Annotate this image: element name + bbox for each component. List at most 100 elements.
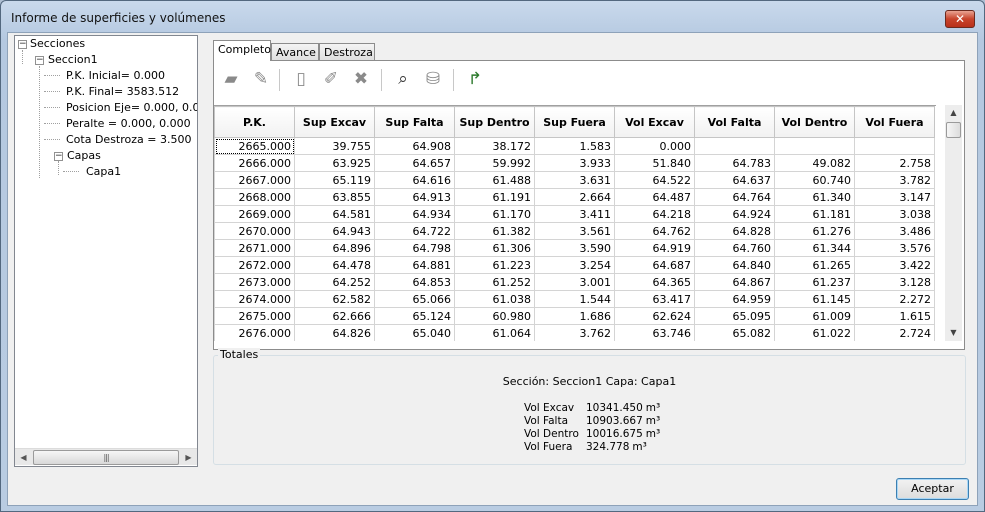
- table-cell[interactable]: 3.422: [854, 256, 935, 274]
- table-cell[interactable]: 64.764: [694, 188, 775, 206]
- table-cell[interactable]: 64.826: [294, 324, 375, 341]
- results-grid[interactable]: P.K. Sup Excav Sup Falta Sup Dentro Sup Fuer…: [214, 105, 936, 341]
- cell-pk[interactable]: 2673.000: [214, 273, 295, 291]
- tab-completo[interactable]: Completo: [213, 40, 271, 61]
- scroll-down-icon[interactable]: ▼: [945, 325, 962, 341]
- table-cell[interactable]: 64.934: [374, 205, 455, 223]
- column-header[interactable]: Sup Fuera: [534, 106, 615, 138]
- close-button[interactable]: ✕: [945, 10, 975, 28]
- table-cell[interactable]: 49.082: [774, 154, 855, 172]
- table-cell[interactable]: 1.615: [854, 307, 935, 325]
- table-cell[interactable]: 3.631: [534, 171, 615, 189]
- table-cell[interactable]: 3.254: [534, 256, 615, 274]
- table-cell[interactable]: 3.147: [854, 188, 935, 206]
- tree-node-capa1[interactable]: Capa1: [86, 164, 121, 180]
- table-cell[interactable]: 1.583: [534, 137, 615, 155]
- table-cell[interactable]: 64.365: [614, 273, 695, 291]
- table-cell[interactable]: 64.637: [694, 171, 775, 189]
- table-cell[interactable]: 3.411: [534, 205, 615, 223]
- table-cell[interactable]: 1.544: [534, 290, 615, 308]
- table-cell[interactable]: [774, 137, 855, 155]
- column-header[interactable]: Sup Dentro: [454, 106, 535, 138]
- table-cell[interactable]: 59.992: [454, 154, 535, 172]
- table-cell[interactable]: 3.001: [534, 273, 615, 291]
- table-cell[interactable]: 63.746: [614, 324, 695, 341]
- new-document-icon[interactable]: ▯: [289, 67, 313, 91]
- table-row[interactable]: 2672.000 64.478 64.881 61.223 3.254 64.687 64.…: [214, 256, 935, 274]
- table-cell[interactable]: 60.740: [774, 171, 855, 189]
- table-cell[interactable]: 3.128: [854, 273, 935, 291]
- table-cell[interactable]: 2.664: [534, 188, 615, 206]
- table-row[interactable]: 2667.000 65.119 64.616 61.488 3.631 64.522 64.…: [214, 171, 935, 189]
- table-cell[interactable]: 64.616: [374, 171, 455, 189]
- table-cell[interactable]: 61.181: [774, 205, 855, 223]
- table-cell[interactable]: 64.722: [374, 222, 455, 240]
- tree-prop-pk-inicial[interactable]: P.K. Inicial= 0.000: [66, 68, 165, 84]
- table-cell[interactable]: 61.488: [454, 171, 535, 189]
- cell-pk[interactable]: 2676.000: [214, 324, 295, 341]
- table-row[interactable]: 2670.000 64.943 64.722 61.382 3.561 64.762 64.…: [214, 222, 935, 240]
- table-cell[interactable]: 64.924: [694, 205, 775, 223]
- table-cell[interactable]: 3.933: [534, 154, 615, 172]
- table-row[interactable]: 2669.000 64.581 64.934 61.170 3.411 64.218 64.…: [214, 205, 935, 223]
- table-cell[interactable]: 65.124: [374, 307, 455, 325]
- table-cell[interactable]: 65.066: [374, 290, 455, 308]
- cell-pk[interactable]: 2671.000: [214, 239, 295, 257]
- table-cell[interactable]: 64.798: [374, 239, 455, 257]
- cell-pk[interactable]: 2672.000: [214, 256, 295, 274]
- table-cell[interactable]: 2.724: [854, 324, 935, 341]
- tree-root-secciones[interactable]: Secciones: [30, 36, 85, 52]
- collapse-icon[interactable]: −: [18, 40, 27, 49]
- table-row[interactable]: 2676.000 64.826 65.040 61.064 3.762 63.746 65.…: [214, 324, 935, 341]
- table-cell[interactable]: 61.064: [454, 324, 535, 341]
- tree-prop-peralte[interactable]: Peralte = 0.000, 0.000: [66, 116, 191, 132]
- table-cell[interactable]: 3.590: [534, 239, 615, 257]
- table-cell[interactable]: 1.686: [534, 307, 615, 325]
- collapse-icon[interactable]: −: [54, 152, 63, 161]
- column-header[interactable]: P.K.: [214, 106, 295, 138]
- table-cell[interactable]: 3.762: [534, 324, 615, 341]
- table-cell[interactable]: 61.022: [774, 324, 855, 341]
- column-header[interactable]: Sup Excav: [294, 106, 375, 138]
- table-row[interactable]: 2671.000 64.896 64.798 61.306 3.590 64.919 64.…: [214, 239, 935, 257]
- table-cell[interactable]: 64.896: [294, 239, 375, 257]
- table-cell[interactable]: 64.522: [614, 171, 695, 189]
- table-cell[interactable]: 61.276: [774, 222, 855, 240]
- trash-icon[interactable]: ⛁: [421, 67, 445, 91]
- tree-prop-cota-destroza[interactable]: Cota Destroza = 3.500: [66, 132, 191, 148]
- table-cell[interactable]: 64.913: [374, 188, 455, 206]
- table-cell[interactable]: 62.666: [294, 307, 375, 325]
- cell-pk[interactable]: 2667.000: [214, 171, 295, 189]
- table-cell[interactable]: 64.943: [294, 222, 375, 240]
- table-cell[interactable]: 64.478: [294, 256, 375, 274]
- scroll-thumb[interactable]: |||: [33, 450, 179, 465]
- table-cell[interactable]: [694, 137, 775, 155]
- column-header[interactable]: Vol Excav: [614, 106, 695, 138]
- title-bar[interactable]: Informe de superficies y volúmenes ✕: [1, 1, 984, 35]
- table-row[interactable]: 2674.000 62.582 65.066 61.038 1.544 63.417 64.…: [214, 290, 935, 308]
- table-cell[interactable]: 0.000: [614, 137, 695, 155]
- cell-pk[interactable]: 2665.000: [214, 137, 295, 155]
- table-cell[interactable]: 61.009: [774, 307, 855, 325]
- table-cell[interactable]: 64.762: [614, 222, 695, 240]
- table-row[interactable]: 2668.000 63.855 64.913 61.191 2.664 64.487 64.…: [214, 188, 935, 206]
- table-cell[interactable]: 3.038: [854, 205, 935, 223]
- table-cell[interactable]: 64.487: [614, 188, 695, 206]
- table-cell[interactable]: 61.252: [454, 273, 535, 291]
- cell-pk[interactable]: 2670.000: [214, 222, 295, 240]
- table-cell[interactable]: 64.881: [374, 256, 455, 274]
- table-cell[interactable]: 64.581: [294, 205, 375, 223]
- table-cell[interactable]: 63.417: [614, 290, 695, 308]
- preview-icon[interactable]: ⌕: [391, 67, 415, 91]
- cell-pk[interactable]: 2674.000: [214, 290, 295, 308]
- open-folder-icon[interactable]: ▰: [219, 67, 243, 91]
- table-cell[interactable]: 61.340: [774, 188, 855, 206]
- table-cell[interactable]: 61.306: [454, 239, 535, 257]
- table-cell[interactable]: 63.925: [294, 154, 375, 172]
- scroll-thumb[interactable]: [946, 122, 961, 138]
- table-cell[interactable]: 51.840: [614, 154, 695, 172]
- edit-document-icon[interactable]: ✎: [249, 67, 273, 91]
- edit-icon[interactable]: ✐: [319, 67, 343, 91]
- cell-pk[interactable]: 2675.000: [214, 307, 295, 325]
- table-cell[interactable]: 64.867: [694, 273, 775, 291]
